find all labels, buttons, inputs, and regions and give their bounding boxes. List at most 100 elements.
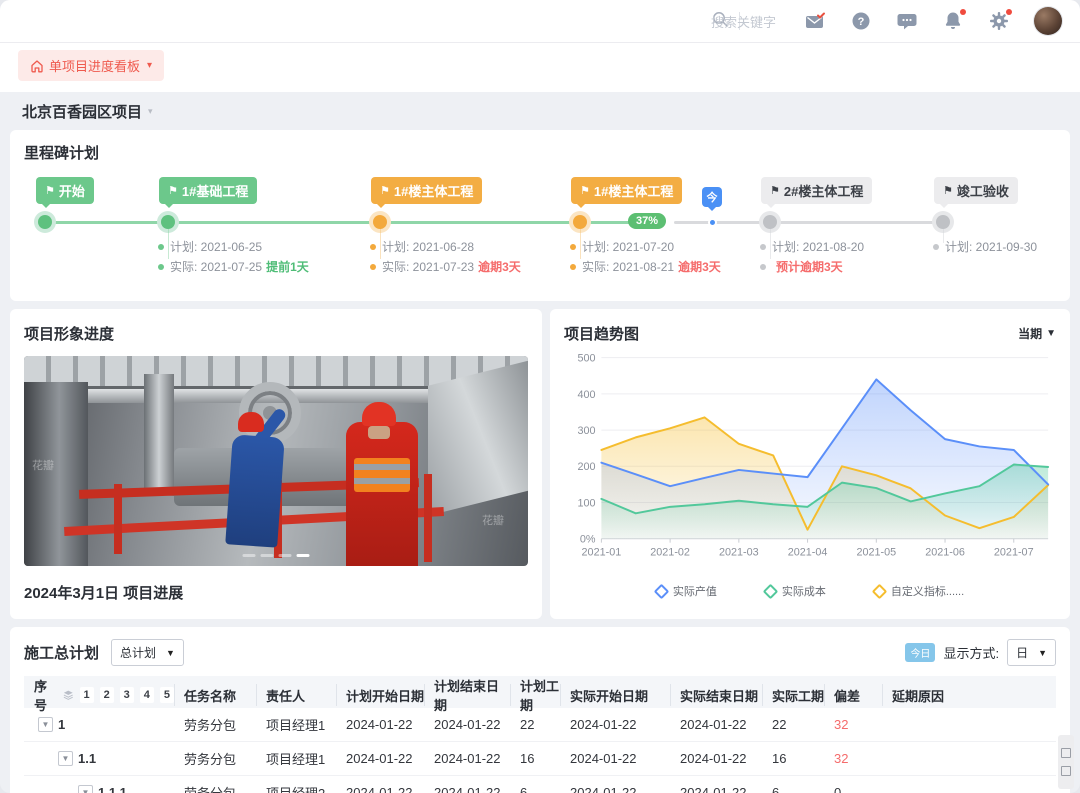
trend-chart: 0%1002003004005002021-012021-022021-0320… xyxy=(564,344,1056,576)
serial-number: 1.1 xyxy=(78,751,96,766)
svg-text:2021-05: 2021-05 xyxy=(856,546,896,558)
col-serial: 序号12345 xyxy=(24,676,174,714)
title-caret-icon[interactable]: ▾ xyxy=(148,106,153,117)
trend-title: 项目趋势图 xyxy=(564,323,639,344)
carousel-dot[interactable] xyxy=(243,554,256,557)
cell-actual-start: 2024-01-22 xyxy=(560,751,670,766)
photo-card-title: 项目形象进度 xyxy=(24,323,528,344)
carousel-dot[interactable] xyxy=(261,554,274,557)
cell-plan-end: 2024-01-22 xyxy=(424,717,510,732)
today-badge: 今日 xyxy=(905,643,935,662)
col-owner: 责任人 xyxy=(256,676,336,714)
level-button-5[interactable]: 5 xyxy=(160,687,174,703)
display-mode-label: 显示方式: xyxy=(943,643,999,662)
chevron-down-icon: ▾ xyxy=(147,60,152,71)
col-delay-reason: 延期原因 xyxy=(882,676,1056,714)
widget-bottom-icon[interactable] xyxy=(1061,766,1071,776)
milestone-badge: ⚑开始 xyxy=(36,177,94,204)
plan-select[interactable]: 总计划 ▼ xyxy=(111,639,184,666)
chat-icon[interactable] xyxy=(896,10,918,32)
svg-text:400: 400 xyxy=(577,389,595,401)
milestone-dot xyxy=(38,215,52,229)
mail-icon[interactable] xyxy=(804,10,826,32)
topbar: 搜索关键字 ? xyxy=(0,0,1080,43)
milestone-dot xyxy=(763,215,777,229)
svg-text:2021-01: 2021-01 xyxy=(582,546,622,558)
project-photo: 花瓣 花瓣 xyxy=(24,356,528,566)
milestone-badge: ⚑1#基础工程 xyxy=(159,177,257,204)
period-label: 当期 xyxy=(1018,325,1042,342)
milestone-dot xyxy=(161,215,175,229)
milestone-timeline: 37% 今 ⚑开始⚑1#基础工程计划: 2021-06-25实际: 2021-0… xyxy=(24,175,1056,293)
col-plan-days: 计划工期 xyxy=(510,676,560,714)
display-mode-select[interactable]: 日 ▼ xyxy=(1007,639,1056,666)
home-icon xyxy=(30,59,44,73)
carousel-dots xyxy=(243,554,310,557)
gear-icon[interactable] xyxy=(988,10,1010,32)
milestone-dot xyxy=(373,215,387,229)
milestone-badge: ⚑1#楼主体工程 xyxy=(371,177,482,204)
milestone-detail: 计划: 2021-06-28实际: 2021-07-23逾期3天 xyxy=(370,237,521,277)
svg-text:2021-02: 2021-02 xyxy=(650,546,690,558)
tag-row: 单项目进度看板 ▾ xyxy=(0,43,1080,92)
photo-card: 项目形象进度 花瓣 花瓣 xyxy=(10,309,542,619)
flag-icon: ⚑ xyxy=(168,184,178,197)
milestone-detail: 计划: 2021-09-30 xyxy=(933,237,1037,257)
level-button-3[interactable]: 3 xyxy=(120,687,134,703)
milestone-dot xyxy=(936,215,950,229)
board-selector[interactable]: 单项目进度看板 ▾ xyxy=(18,50,164,81)
legend-item[interactable]: 自定义指标...... xyxy=(874,583,964,599)
flag-icon: ⚑ xyxy=(770,184,780,197)
trend-card: 项目趋势图 当期 ▼ 0%1002003004005002021-012021-… xyxy=(550,309,1070,619)
carousel-dot-active[interactable] xyxy=(297,554,310,557)
help-icon[interactable]: ? xyxy=(850,10,872,32)
legend-label: 实际成本 xyxy=(782,583,826,599)
row-expander[interactable]: ▼ xyxy=(38,717,53,732)
level-button-2[interactable]: 2 xyxy=(100,687,114,703)
layers-icon xyxy=(63,689,74,701)
cell-plan-days: 6 xyxy=(510,785,560,793)
legend-item[interactable]: 实际产值 xyxy=(656,583,717,599)
carousel-dot[interactable] xyxy=(279,554,292,557)
svg-text:2021-03: 2021-03 xyxy=(719,546,759,558)
col-actual-end: 实际结束日期 xyxy=(670,676,762,714)
cell-actual-days: 22 xyxy=(762,717,824,732)
search-box[interactable]: 搜索关键字 xyxy=(711,10,740,33)
milestone-detail: 计划: 2021-06-25实际: 2021-07-25提前1天 xyxy=(158,237,309,277)
svg-text:100: 100 xyxy=(577,497,595,509)
bell-icon[interactable] xyxy=(942,10,964,32)
cell-plan-start: 2024-01-22 xyxy=(336,751,424,766)
avatar[interactable] xyxy=(1034,7,1062,35)
timeline-done-segment xyxy=(45,221,630,224)
svg-text:300: 300 xyxy=(577,425,595,437)
photo-caption: 2024年3月1日 项目进展 xyxy=(24,582,528,603)
chevron-down-icon: ▼ xyxy=(1046,328,1056,339)
milestone-badge: ⚑1#楼主体工程 xyxy=(571,177,682,204)
milestone-detail: 计划: 2021-07-20实际: 2021-08-21逾期3天 xyxy=(570,237,721,277)
cell-owner: 项目经理1 xyxy=(256,715,336,734)
settings-badge xyxy=(1006,9,1012,15)
legend-item[interactable]: 实际成本 xyxy=(765,583,826,599)
today-dot xyxy=(708,218,717,227)
cell-plan-end: 2024-01-22 xyxy=(424,751,510,766)
serial-number: 1 xyxy=(58,717,65,732)
col-task: 任务名称 xyxy=(174,676,256,714)
level-button-1[interactable]: 1 xyxy=(80,687,94,703)
cell-deviation: 32 xyxy=(824,751,882,766)
watermark: 花瓣 xyxy=(32,457,54,473)
cell-task: 劳务分包 xyxy=(174,783,256,793)
project-name: 北京百香园区项目 xyxy=(22,101,142,122)
cell-serial: ▼1.1.1 xyxy=(24,785,174,793)
period-selector[interactable]: 当期 ▼ xyxy=(1018,325,1056,342)
row-expander[interactable]: ▼ xyxy=(58,751,73,766)
svg-text:2021-04: 2021-04 xyxy=(788,546,828,558)
row-expander[interactable]: ▼ xyxy=(78,785,93,793)
chevron-down-icon: ▼ xyxy=(1038,648,1047,658)
widget-top-icon[interactable] xyxy=(1061,748,1071,758)
level-button-4[interactable]: 4 xyxy=(140,687,154,703)
cell-plan-days: 22 xyxy=(510,717,560,732)
svg-text:500: 500 xyxy=(577,353,595,365)
today-marker: 今 xyxy=(702,187,722,207)
flag-icon: ⚑ xyxy=(580,184,590,197)
cell-serial: ▼ 1.1 xyxy=(24,751,174,766)
